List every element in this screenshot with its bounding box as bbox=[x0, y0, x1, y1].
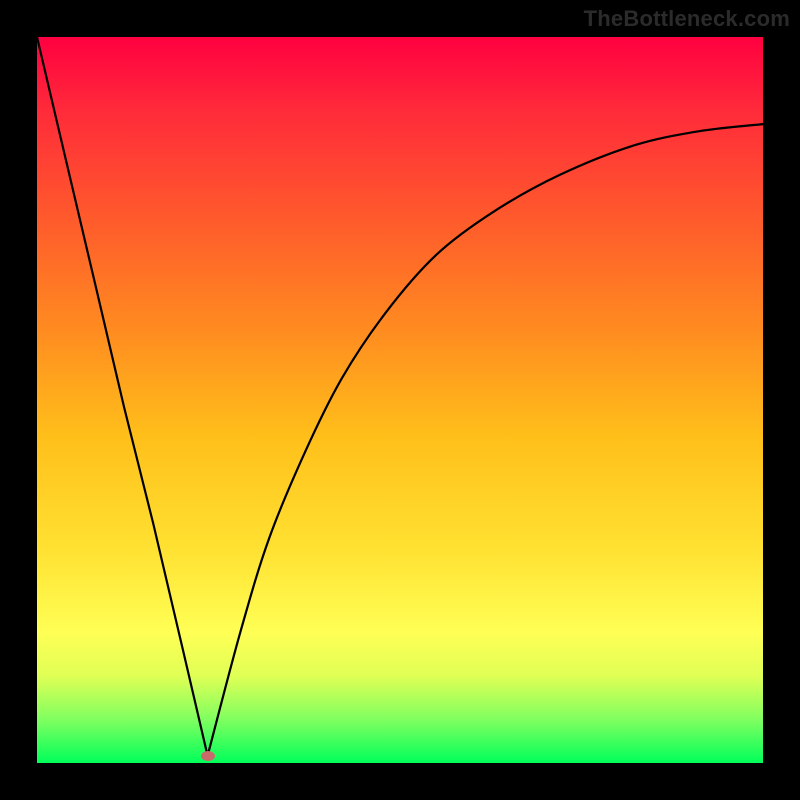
curve-left-branch bbox=[37, 37, 208, 756]
watermark-label: TheBottleneck.com bbox=[584, 6, 790, 32]
chart-frame: TheBottleneck.com bbox=[0, 0, 800, 800]
curve-right-branch bbox=[208, 124, 763, 756]
optimal-point-marker bbox=[201, 751, 215, 761]
plot-area bbox=[37, 37, 763, 763]
bottleneck-curve bbox=[37, 37, 763, 763]
